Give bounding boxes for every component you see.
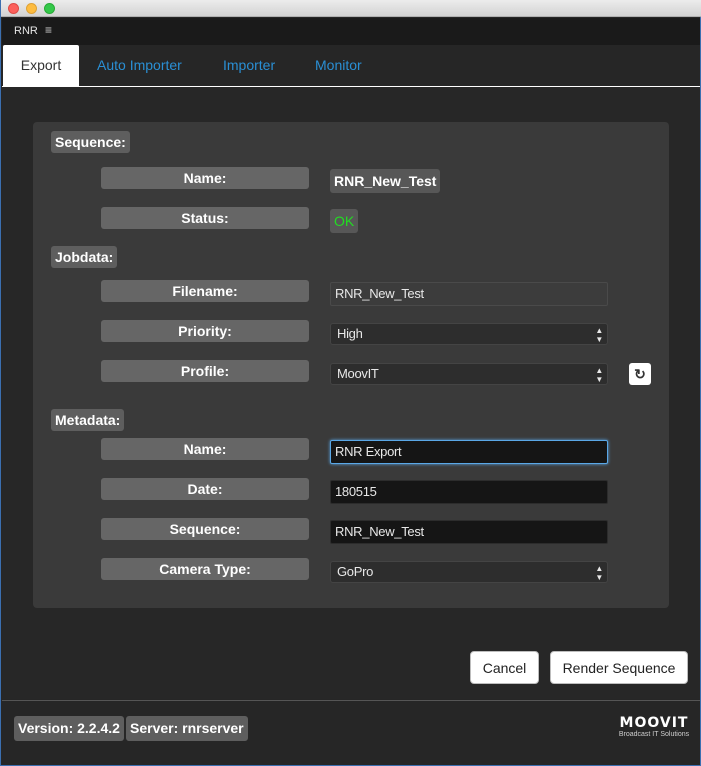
profile-select[interactable]: MoovIT ▲ ▼ [330,363,608,385]
title-bar [1,0,701,17]
panel-title: RNR [14,25,38,37]
metadata-section-header: Metadata: [51,409,125,431]
logo-tagline: Broadcast IT Solutions [618,731,690,738]
chevron-updown-icon: ▲ ▼ [595,366,603,384]
filename-field[interactable]: RNR_New_Test [330,282,608,306]
sequence-name-value: RNR_New_Test [330,169,441,193]
tab-auto-importer[interactable]: Auto Importer [97,45,182,86]
sequence-section-header: Sequence: [51,131,130,153]
app-window: RNR ≡ Export Auto Importer Importer Moni… [0,0,701,766]
version-badge: Version: 2.2.4.2 [14,716,124,741]
render-sequence-button[interactable]: Render Sequence [550,651,688,684]
cancel-button[interactable]: Cancel [470,651,539,684]
moovit-logo: MOOVIT Broadcast IT Solutions [613,715,695,739]
hamburger-icon[interactable]: ≡ [45,23,52,37]
metadata-name-label: Name: [101,438,309,460]
camera-type-selected-value: GoPro [337,564,374,579]
status-badge: OK [330,209,359,233]
metadata-name-input[interactable]: RNR Export [330,440,608,464]
priority-select[interactable]: High ▲ ▼ [330,323,608,345]
metadata-sequence-label: Sequence: [101,518,309,540]
minimize-window-button[interactable] [26,3,37,14]
date-input[interactable]: 180515 [330,480,608,504]
chevron-updown-icon: ▲ ▼ [595,326,603,344]
camera-type-select[interactable]: GoPro ▲ ▼ [330,561,608,583]
priority-label: Priority: [101,320,309,342]
profile-selected-value: MoovIT [337,366,379,381]
server-badge: Server: rnrserver [126,716,248,741]
tab-monitor[interactable]: Monitor [315,45,362,86]
maximize-window-button[interactable] [44,3,55,14]
jobdata-section-header: Jobdata: [51,246,118,268]
date-label: Date: [101,478,309,500]
logo-wordmark: MOOVIT [619,715,689,731]
tab-export[interactable]: Export [3,45,79,86]
camera-type-label: Camera Type: [101,558,309,580]
priority-selected-value: High [337,326,363,341]
panel-header: RNR ≡ [2,18,700,45]
close-window-button[interactable] [8,3,19,14]
sequence-status-label: Status: [101,207,309,229]
chevron-updown-icon: ▲ ▼ [595,564,603,582]
metadata-sequence-input[interactable]: RNR_New_Test [330,520,608,544]
refresh-icon[interactable]: ↻ [629,363,651,385]
tab-importer[interactable]: Importer [223,45,275,86]
sequence-name-label: Name: [101,167,309,189]
filename-label: Filename: [101,280,309,302]
profile-label: Profile: [101,360,309,382]
tab-bar: Export Auto Importer Importer Monitor [2,45,700,87]
